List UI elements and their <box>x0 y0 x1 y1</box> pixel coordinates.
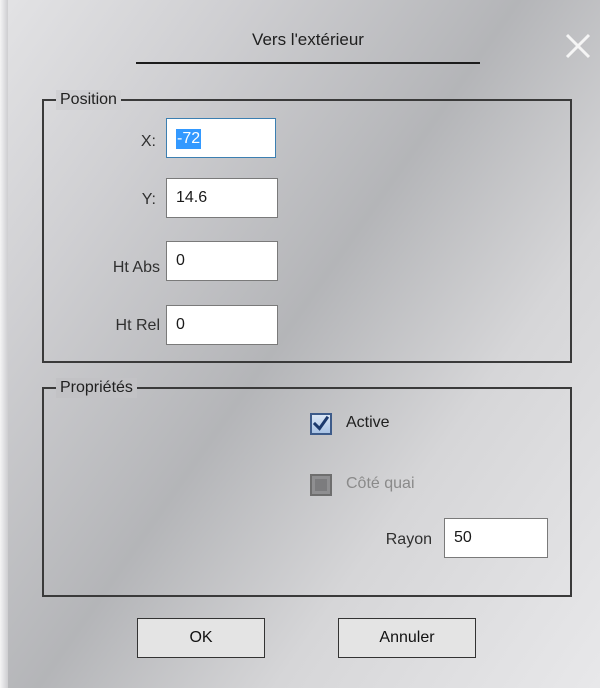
ht-abs-label: Ht Abs <box>112 259 160 276</box>
y-input[interactable]: 14.6 <box>166 178 278 218</box>
checkmark-icon <box>312 415 330 431</box>
window-edge <box>0 0 8 688</box>
ht-abs-input[interactable]: 0 <box>166 241 278 281</box>
x-input-value: -72 <box>176 129 202 149</box>
dialog-title: Vers l'extérieur <box>252 30 364 49</box>
dialog-window: Vers l'extérieur Position X: -72 Y: 14.6… <box>0 0 600 688</box>
active-checkbox-label[interactable]: Active <box>346 414 390 432</box>
ht-abs-input-value: 0 <box>176 252 185 269</box>
title-underline <box>136 62 480 64</box>
close-icon[interactable] <box>562 30 594 62</box>
properties-group-legend: Propriétés <box>56 378 137 398</box>
x-input[interactable]: -72 <box>166 118 276 158</box>
properties-group: Propriétés <box>42 378 572 597</box>
active-checkbox[interactable] <box>310 413 332 435</box>
ht-rel-input-value: 0 <box>176 316 185 333</box>
ht-rel-label: Ht Rel <box>115 317 160 334</box>
x-label: X: <box>140 133 156 150</box>
rayon-input-value: 50 <box>454 529 472 546</box>
cote-quai-checkbox <box>310 474 332 496</box>
cote-quai-checkbox-label: Côté quai <box>346 475 415 492</box>
rayon-label: Rayon <box>385 531 432 548</box>
ok-button[interactable]: OK <box>137 618 265 658</box>
cancel-button[interactable]: Annuler <box>338 618 476 658</box>
y-input-value: 14.6 <box>176 189 208 206</box>
ht-rel-input[interactable]: 0 <box>166 305 278 345</box>
rayon-input[interactable]: 50 <box>444 518 548 558</box>
y-label: Y: <box>141 191 156 208</box>
position-group-legend: Position <box>56 90 121 110</box>
